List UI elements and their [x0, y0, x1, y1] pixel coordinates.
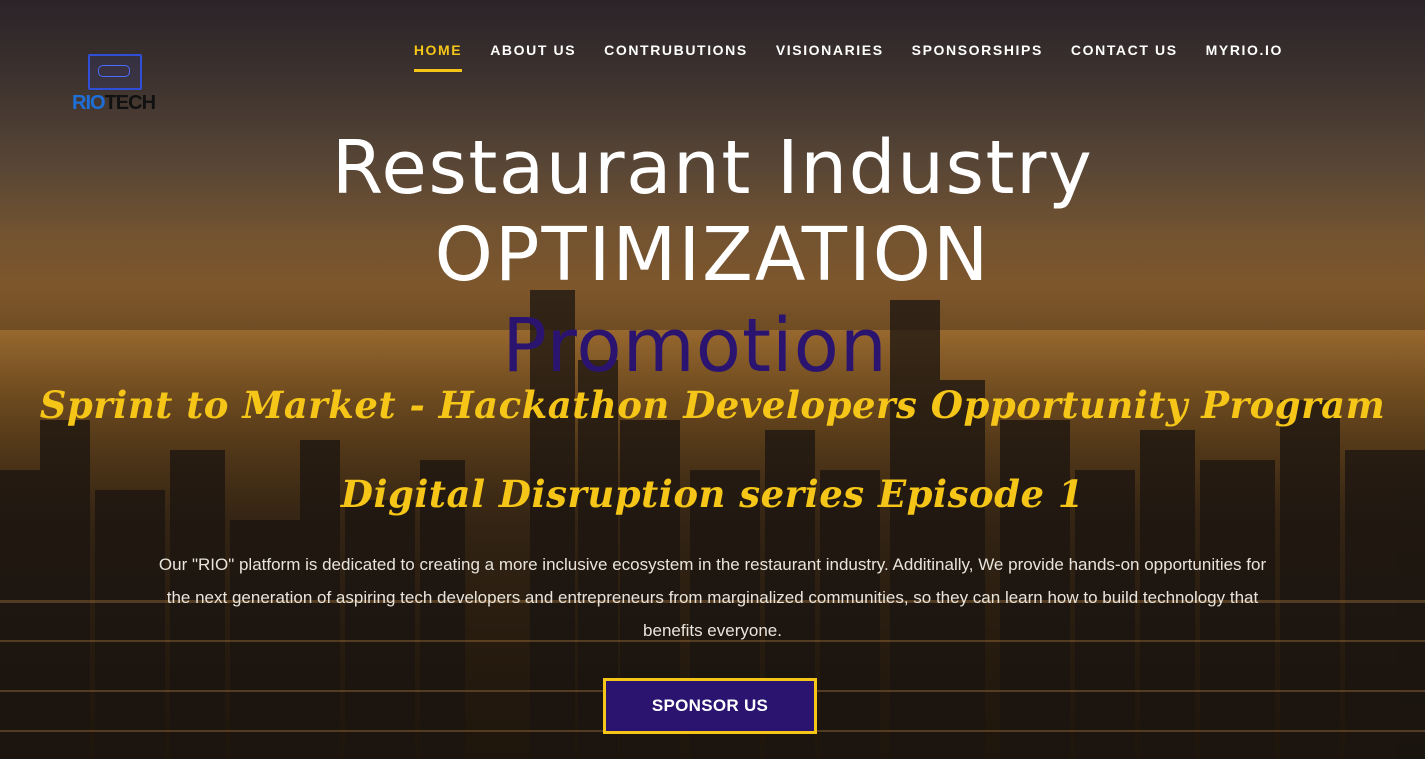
- hero-title-line1: Restaurant Industry: [331, 125, 1094, 211]
- nav-item-contact-us[interactable]: CONTACT US: [1071, 42, 1178, 72]
- site-logo[interactable]: RIOTECH: [70, 52, 160, 122]
- hero-tagline: Sprint to Market - Hackathon Developers …: [39, 383, 1386, 427]
- hero-title-rotating-word: Promotion: [502, 303, 888, 389]
- sponsor-us-button[interactable]: SPONSOR US: [603, 678, 817, 734]
- hero-description: Our "RIO" platform is dedicated to creat…: [158, 555, 1267, 640]
- nav-item-about-us[interactable]: ABOUT US: [490, 42, 576, 72]
- nav-item-home[interactable]: HOME: [413, 42, 463, 72]
- hero-section: RIOTECH HOME ABOUT US CONTRUBUTIONS VISI…: [0, 0, 1425, 759]
- laptop-icon: [88, 54, 142, 90]
- hero-episode-title: Digital Disruption series Episode 1: [340, 472, 1085, 516]
- nav-item-sponsorships[interactable]: SPONSORSHIPS: [912, 42, 1043, 72]
- nav-item-contributions[interactable]: CONTRUBUTIONS: [604, 42, 748, 72]
- nav-item-myrio[interactable]: MYRIO.IO: [1206, 42, 1283, 72]
- logo-brand-left: RIO: [72, 92, 106, 114]
- nav-item-visionaries[interactable]: VISIONARIES: [776, 42, 884, 72]
- logo-brand-right: TECH: [104, 92, 156, 114]
- main-nav: HOME ABOUT US CONTRUBUTIONS VISIONARIES …: [386, 42, 1283, 72]
- hero-title-line2: OPTIMIZATION: [434, 212, 991, 298]
